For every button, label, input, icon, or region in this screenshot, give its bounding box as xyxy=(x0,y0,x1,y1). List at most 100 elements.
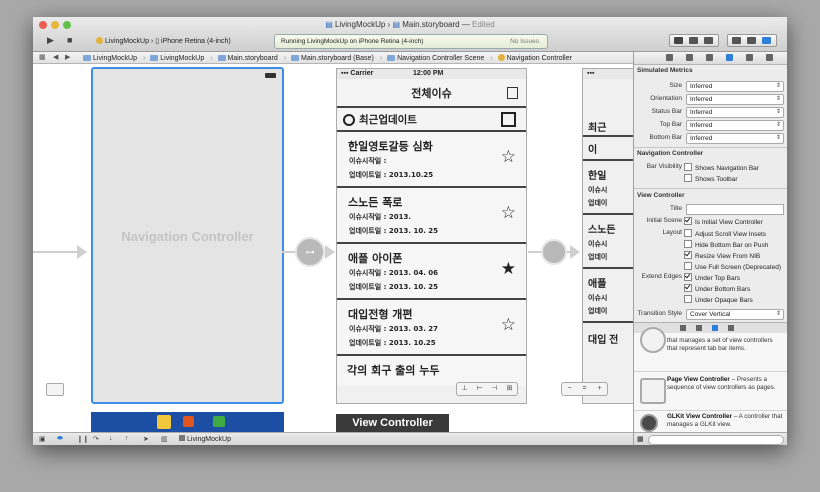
pause-icon[interactable]: ❙❙ xyxy=(77,435,89,443)
connections-inspector-icon[interactable] xyxy=(766,54,773,61)
row-divider xyxy=(583,321,633,323)
battery-icon xyxy=(265,73,276,78)
view-controller-label: View Controller xyxy=(352,417,433,429)
under-opaque-bars-checkbox[interactable]: Under Opaque Bars xyxy=(684,295,753,304)
breadcrumb-item[interactable]: Navigation Controller Scene xyxy=(387,55,487,62)
size-value: Inferred xyxy=(690,83,713,90)
navigation-controller-scene[interactable]: Navigation Controller xyxy=(91,67,284,404)
resolve-icon[interactable]: ⊣ xyxy=(487,383,502,395)
detail-row-text: 업데이 xyxy=(588,200,608,207)
code-snippet-icon[interactable] xyxy=(696,325,702,331)
storyboard-canvas[interactable]: Navigation Controller ⊶ ▪▪▪ Carrier 12:0… xyxy=(33,64,633,432)
zoom-out-icon[interactable]: − xyxy=(562,383,577,395)
size-inspector-icon[interactable] xyxy=(746,54,753,61)
under-top-bars-checkbox[interactable]: Under Top Bars xyxy=(684,273,740,282)
process-selector[interactable]: LivingMockUp xyxy=(179,435,231,443)
first-responder-icon[interactable] xyxy=(183,416,194,427)
object-library-icon[interactable] xyxy=(712,325,718,331)
breadcrumb-item[interactable]: LivingMockUp xyxy=(150,55,207,62)
detail-view-controller-scene[interactable]: ▪▪▪ 최근 이 한일 이슈시 업데이 스노든 이슈시 업데이 애플 이슈시 업… xyxy=(582,68,633,404)
breakpoints-icon[interactable]: ⬬ xyxy=(57,435,63,443)
resize-icon[interactable]: ⊞ xyxy=(502,383,517,395)
checkbox-label: Use Full Screen (Deprecated) xyxy=(695,264,781,271)
title-field[interactable] xyxy=(686,204,784,215)
editor-mode-control[interactable] xyxy=(669,34,719,47)
view-controller-scene[interactable]: ▪▪▪ Carrier 12:00 PM 전체이슈 최근업데이트 한일영토갈등 … xyxy=(336,68,527,404)
identity-inspector-icon[interactable] xyxy=(706,54,713,61)
outline-toggle-button[interactable] xyxy=(46,383,64,396)
top-bar-label: Top Bar xyxy=(659,121,682,128)
hide-bottom-bar-checkbox[interactable]: Hide Bottom Bar on Push xyxy=(684,240,768,249)
quick-help-icon[interactable] xyxy=(686,54,693,61)
top-bar-popup[interactable]: Inferred ⇕ xyxy=(686,120,784,131)
is-initial-view-controller-checkbox[interactable]: Is Initial View Controller xyxy=(684,217,763,226)
status-bar-value: Inferred xyxy=(690,109,713,116)
file-inspector-icon[interactable] xyxy=(666,54,673,61)
popup-arrows-icon: ⇕ xyxy=(775,122,781,128)
exit-icon[interactable] xyxy=(213,416,225,427)
step-in-icon[interactable]: ↓ xyxy=(109,435,113,442)
library-item-page-view-controller[interactable]: Page View Controller – Presents a sequen… xyxy=(634,372,787,411)
transition-style-popup[interactable]: Cover Vertical ⇕ xyxy=(686,309,784,320)
breadcrumb-item[interactable]: LivingMockUp xyxy=(83,55,140,62)
simulate-location-icon[interactable]: ➤ xyxy=(143,435,149,443)
align-icon[interactable]: ⊥ xyxy=(457,383,472,395)
orientation-popup[interactable]: Inferred ⇕ xyxy=(686,94,784,105)
update-label: 최근업데이트 xyxy=(359,114,417,126)
utilities-toggle-icon[interactable] xyxy=(762,37,771,44)
view-hierarchy-icon[interactable]: ▥ xyxy=(161,435,168,443)
cell-start-date: 이슈시작일 : 2013. 03. 27 xyxy=(349,325,439,333)
bottom-bar-popup[interactable]: Inferred ⇕ xyxy=(686,133,784,144)
scheme-selector[interactable]: LivingMockUp › ▯ iPhone Retina (4-inch) xyxy=(96,37,231,45)
back-arrow-icon[interactable]: ◀ xyxy=(53,53,58,61)
relationship-segue-icon[interactable]: ⊶ xyxy=(295,237,325,267)
attributes-inspector-icon[interactable] xyxy=(726,54,733,61)
hide-debug-icon[interactable]: ▣ xyxy=(39,435,46,443)
media-library-icon[interactable] xyxy=(728,325,734,331)
forward-arrow-icon[interactable]: ▶ xyxy=(65,53,70,61)
navigation-controller-dock-icon[interactable] xyxy=(157,415,171,429)
file-template-icon[interactable] xyxy=(680,325,686,331)
version-editor-icon[interactable] xyxy=(704,37,713,44)
detail-row-text: 대입 전 xyxy=(588,335,619,346)
use-full-screen-checkbox[interactable]: Use Full Screen (Deprecated) xyxy=(684,262,781,271)
step-out-icon[interactable]: ↑ xyxy=(125,435,129,442)
assistant-editor-icon[interactable] xyxy=(689,37,698,44)
detail-row-text: 최근 xyxy=(588,123,607,134)
layout-controls[interactable]: ⊥ ⊢ ⊣ ⊞ xyxy=(456,382,518,396)
standard-editor-icon[interactable] xyxy=(674,37,683,44)
zoom-fit-icon[interactable]: = xyxy=(577,383,592,395)
size-popup[interactable]: Inferred ⇕ xyxy=(686,81,784,92)
view-controller-scene-bar[interactable]: View Controller xyxy=(336,414,449,432)
checkbox-unchecked-icon xyxy=(684,163,692,171)
zoom-controls[interactable]: − = + xyxy=(561,382,608,396)
breadcrumb-item[interactable]: Navigation Controller xyxy=(497,54,575,62)
debug-area-toggle-icon[interactable] xyxy=(747,37,756,44)
push-segue-icon[interactable] xyxy=(541,239,567,265)
step-over-icon[interactable]: ↷ xyxy=(93,435,99,443)
library-item-text: that manages a set of view controllers t… xyxy=(667,337,783,353)
library-item-glkit-view-controller[interactable]: GLKit View Controller – A controller tha… xyxy=(634,411,787,433)
inspector-tabs xyxy=(634,52,787,65)
adjust-scroll-view-insets-checkbox[interactable]: Adjust Scroll View Insets xyxy=(684,229,766,238)
zoom-in-icon[interactable]: + xyxy=(592,383,607,395)
shows-navigation-bar-checkbox[interactable]: Shows Navigation Bar xyxy=(684,163,759,172)
library-item-tab-bar-controller[interactable]: that manages a set of view controllers t… xyxy=(634,327,787,372)
run-button[interactable]: ▶ xyxy=(47,35,54,46)
detail-row-text: 이슈시 xyxy=(588,241,608,248)
breadcrumb-item[interactable]: Main.storyboard (Base) xyxy=(291,55,377,62)
cell-title: 각의 회구 출의 누두 xyxy=(347,364,440,377)
library-search-input[interactable] xyxy=(648,435,784,445)
under-bottom-bars-checkbox[interactable]: Under Bottom Bars xyxy=(684,284,750,293)
stop-button[interactable]: ■ xyxy=(67,35,72,45)
related-items-icon[interactable]: ▦ xyxy=(39,53,46,61)
view-toggle-control[interactable] xyxy=(727,34,777,47)
grid-view-icon[interactable]: ▦ xyxy=(637,435,644,443)
navigator-toggle-icon[interactable] xyxy=(732,37,741,44)
checkbox-checked-icon xyxy=(684,251,692,259)
status-bar-popup[interactable]: Inferred ⇕ xyxy=(686,107,784,118)
breadcrumb-item[interactable]: Main.storyboard xyxy=(217,55,281,62)
resize-view-from-nib-checkbox[interactable]: Resize View From NIB xyxy=(684,251,760,260)
shows-toolbar-checkbox[interactable]: Shows Toolbar xyxy=(684,174,738,183)
pin-icon[interactable]: ⊢ xyxy=(472,383,487,395)
